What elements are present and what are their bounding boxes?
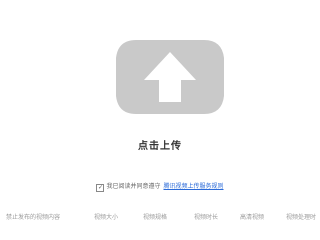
guideline-video-size[interactable]: 视频大小 <box>94 212 118 221</box>
upload-page: 点击上传 ✓ 我已阅读并同意遵守 腾讯视频上传服务规则 禁止发布的视频内容 视频大小… <box>0 0 320 240</box>
agreement-link[interactable]: 腾讯视频上传服务规则 <box>164 183 224 190</box>
upload-label[interactable]: 点击上传 <box>0 137 320 152</box>
guideline-video-spec[interactable]: 视频规格 <box>143 212 167 221</box>
agreement-text: 我已阅读并同意遵守 <box>106 183 161 190</box>
guideline-processing-time[interactable]: 视频处理时 <box>286 212 316 221</box>
agreement-checkbox[interactable]: ✓ <box>96 184 105 192</box>
upload-dropzone[interactable]: 点击上传 <box>0 0 320 160</box>
guideline-hd-video[interactable]: 高清视频 <box>240 212 264 221</box>
upload-guidelines-bar: 禁止发布的视频内容 视频大小 视频规格 视频时长 高清视频 视频处理时 <box>0 212 320 222</box>
guideline-prohibited-content[interactable]: 禁止发布的视频内容 <box>6 212 60 221</box>
upload-arrow-icon[interactable] <box>114 38 226 116</box>
guideline-video-duration[interactable]: 视频时长 <box>194 212 218 221</box>
agreement-row: ✓ 我已阅读并同意遵守 腾讯视频上传服务规则 <box>0 181 320 192</box>
